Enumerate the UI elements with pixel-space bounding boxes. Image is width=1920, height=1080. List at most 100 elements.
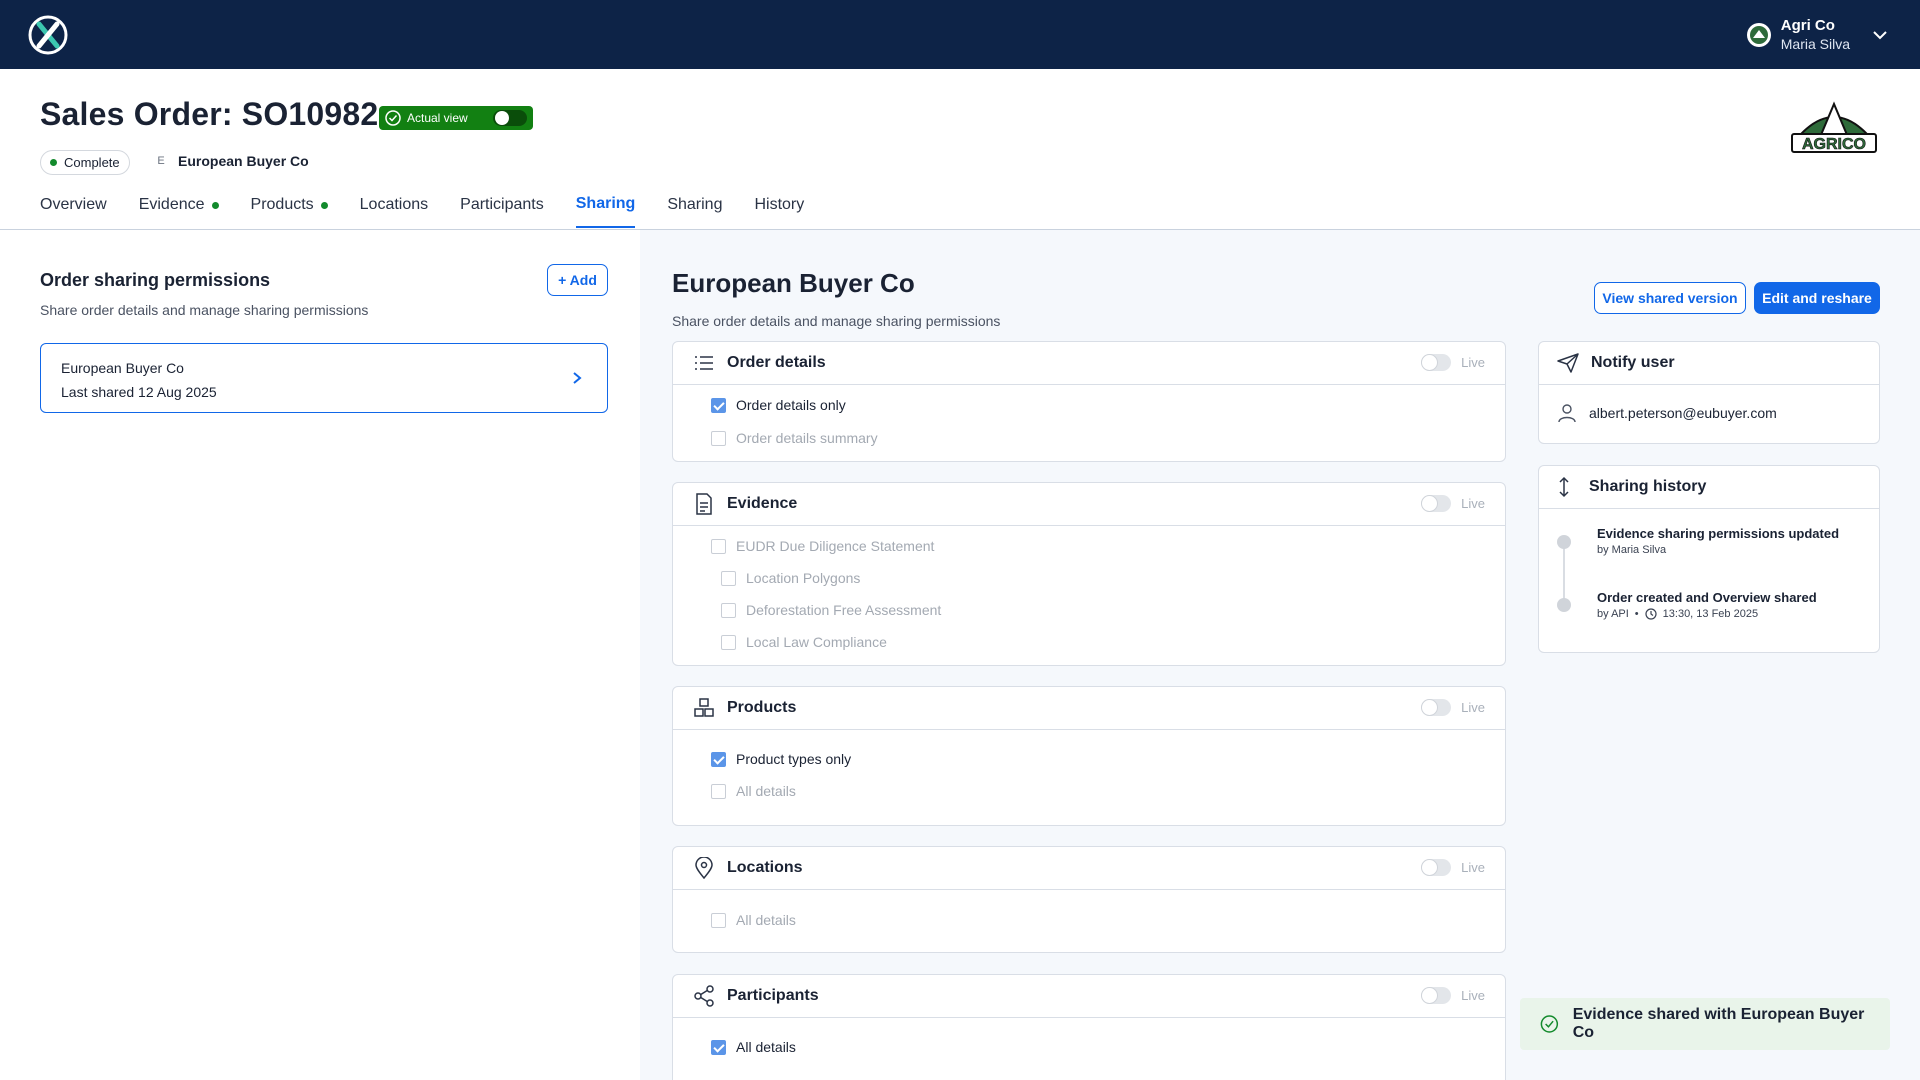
- option-order-details-only[interactable]: Order details only: [711, 397, 846, 413]
- checkbox[interactable]: [721, 570, 736, 586]
- live-toggle[interactable]: Live: [1421, 354, 1485, 371]
- separator-dot: •: [1634, 608, 1639, 620]
- option-order-details-summary[interactable]: Order details summary: [711, 430, 878, 446]
- recipient-name: European Buyer Co: [61, 360, 184, 376]
- option-local-law[interactable]: Local Law Compliance: [721, 634, 887, 650]
- checkbox[interactable]: [711, 538, 726, 554]
- live-toggle[interactable]: Live: [1421, 699, 1485, 716]
- buyer-chip: E European Buyer Co: [154, 153, 309, 169]
- live-label: Live: [1461, 355, 1485, 370]
- checkbox[interactable]: [711, 783, 726, 799]
- live-label: Live: [1461, 988, 1485, 1003]
- actual-view-label: Actual view: [407, 111, 468, 125]
- live-toggle[interactable]: Live: [1421, 987, 1485, 1004]
- history-item: Order created and Overview shared by API…: [1597, 590, 1817, 620]
- recipient-title: European Buyer Co: [672, 268, 915, 298]
- sharing-history-card: Sharing history Evidence sharing permiss…: [1538, 465, 1880, 653]
- section-title: Order details: [727, 354, 826, 371]
- add-recipient-button[interactable]: + Add: [547, 264, 608, 296]
- notify-user-card: Notify user albert.peterson@eubuyer.com: [1538, 341, 1880, 444]
- sharing-history-title: Sharing history: [1589, 478, 1707, 495]
- app-logo-icon[interactable]: [27, 14, 69, 56]
- check-circle-icon: [1540, 1015, 1559, 1033]
- checkbox[interactable]: [721, 634, 736, 650]
- section-title: Participants: [727, 987, 819, 1004]
- checkbox[interactable]: [721, 602, 736, 618]
- section-title: Evidence: [727, 495, 798, 512]
- buyer-initial: E: [157, 155, 165, 167]
- chevron-right-icon: [573, 372, 582, 384]
- checkbox[interactable]: [711, 912, 726, 928]
- user-icon: [1558, 404, 1576, 423]
- live-label: Live: [1461, 860, 1485, 875]
- actual-view-toggle[interactable]: Actual view: [379, 106, 533, 130]
- tab-products[interactable]: Products: [251, 195, 328, 228]
- section-title: Products: [727, 699, 797, 716]
- chevron-down-icon[interactable]: [1872, 30, 1888, 40]
- notify-user-row: albert.peterson@eubuyer.com: [1539, 385, 1879, 441]
- live-label: Live: [1461, 496, 1485, 511]
- boxes-icon: [693, 697, 715, 719]
- checkbox[interactable]: [711, 397, 726, 413]
- buyer-name: European Buyer Co: [178, 153, 309, 169]
- section-evidence: Evidence Live EUDR Due Diligence Stateme…: [672, 482, 1506, 666]
- history-dot: [1557, 598, 1571, 612]
- account-user: Maria Silva: [1780, 36, 1850, 52]
- checkbox[interactable]: [711, 1039, 726, 1055]
- tab-sharing-active[interactable]: Sharing: [575, 195, 636, 228]
- actual-view-switch[interactable]: [493, 110, 527, 126]
- location-pin-icon: [693, 857, 715, 879]
- live-toggle[interactable]: Live: [1421, 495, 1485, 512]
- top-navigation-bar: Agri Co Maria Silva: [0, 0, 1920, 69]
- live-switch[interactable]: [1421, 859, 1452, 876]
- checkbox[interactable]: [711, 430, 726, 446]
- page-title: Sales Order: SO10982: [40, 96, 379, 132]
- option-eudr-dds[interactable]: EUDR Due Diligence Statement: [711, 538, 934, 554]
- section-locations: Locations Live All details: [672, 846, 1506, 953]
- check-circle-icon: [385, 110, 401, 126]
- send-icon: [1557, 353, 1579, 373]
- option-location-polygons[interactable]: Location Polygons: [721, 570, 860, 586]
- history-item: Evidence sharing permissions updated by …: [1597, 526, 1840, 556]
- agrico-brand-logo: AGRICO: [1791, 101, 1877, 153]
- avatar-icon: [1746, 23, 1771, 47]
- live-switch[interactable]: [1421, 495, 1452, 512]
- option-locations-all-details[interactable]: All details: [711, 912, 796, 928]
- notify-user-title: Notify user: [1591, 354, 1675, 371]
- vertical-arrows-icon: [1559, 476, 1569, 498]
- section-participants: Participants Live All details: [672, 974, 1506, 1080]
- clock-icon: [1645, 608, 1657, 620]
- recipient-subtitle: Share order details and manage sharing p…: [672, 313, 1001, 329]
- tab-products-dot: [320, 201, 328, 209]
- option-deforestation-free[interactable]: Deforestation Free Assessment: [721, 602, 941, 618]
- live-switch[interactable]: [1421, 987, 1452, 1004]
- view-shared-version-button[interactable]: View shared version: [1594, 282, 1746, 314]
- option-participants-all-details[interactable]: All details: [711, 1039, 796, 1055]
- tab-locations[interactable]: Locations: [360, 195, 429, 228]
- tab-bar: Overview Evidence Products Locations Par…: [40, 195, 836, 228]
- toast-message: Evidence shared with European Buyer Co: [1572, 1006, 1865, 1041]
- notify-email: albert.peterson@eubuyer.com: [1589, 405, 1777, 421]
- section-order-details: Order details Live Order details only Or…: [672, 341, 1506, 462]
- tab-overview[interactable]: Overview: [40, 195, 107, 228]
- option-product-types-only[interactable]: Product types only: [711, 751, 851, 767]
- recipient-card[interactable]: European Buyer Co Last shared 12 Aug 202…: [40, 343, 608, 413]
- history-dot: [1557, 535, 1571, 549]
- status-badge: Complete: [40, 150, 130, 175]
- tab-evidence-dot: [211, 201, 219, 209]
- option-products-all-details[interactable]: All details: [711, 783, 796, 799]
- section-products: Products Live Product types only All det…: [672, 686, 1506, 826]
- left-panel-title: Order sharing permissions: [40, 270, 271, 290]
- account-menu[interactable]: Agri Co Maria Silva: [1746, 16, 1888, 54]
- live-switch[interactable]: [1421, 699, 1452, 716]
- tab-participants[interactable]: Participants: [460, 195, 544, 228]
- checkbox[interactable]: [711, 751, 726, 767]
- live-switch[interactable]: [1421, 354, 1452, 371]
- recipient-last-shared: Last shared 12 Aug 2025: [61, 384, 217, 400]
- edit-and-reshare-button[interactable]: Edit and reshare: [1754, 282, 1880, 314]
- tab-sharing[interactable]: Sharing: [667, 195, 722, 228]
- live-toggle[interactable]: Live: [1421, 859, 1485, 876]
- tab-history[interactable]: History: [754, 195, 804, 228]
- tab-evidence[interactable]: Evidence: [139, 195, 219, 228]
- left-panel-subtitle: Share order details and manage sharing p…: [40, 302, 369, 318]
